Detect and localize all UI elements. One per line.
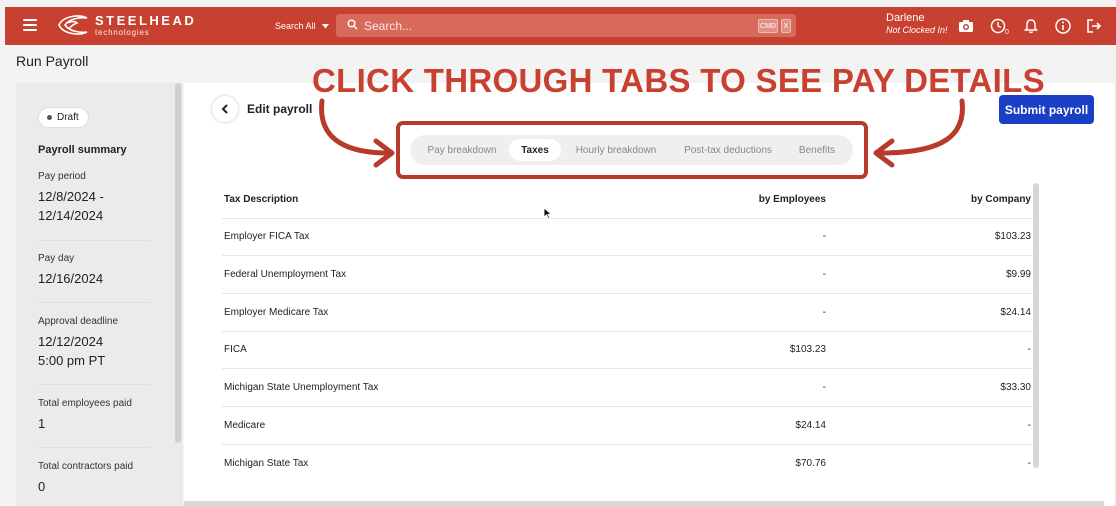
pay-day-label: Pay day [38, 253, 75, 264]
search-input[interactable] [364, 17, 744, 34]
tax-description-cell: FICA [222, 331, 622, 370]
annotation-arrows-icon [319, 98, 965, 168]
employees-paid-label: Total employees paid [38, 398, 132, 409]
by-company-cell: - [828, 331, 1033, 370]
column-header-by-employees: by Employees [622, 181, 828, 219]
by-company-cell: $9.99 [828, 255, 1033, 294]
column-header-tax-description: Tax Description [222, 181, 622, 219]
tax-description-cell: Medicare [222, 406, 622, 445]
approval-deadline-date: 12/12/2024 [38, 334, 104, 349]
logout-icon[interactable] [1085, 17, 1103, 35]
table-scrollbar[interactable] [1033, 183, 1039, 468]
info-icon[interactable] [1054, 17, 1072, 35]
table-header-row: Tax Description by Employees by Company [222, 181, 1033, 219]
shortcut-x-key: X [781, 19, 791, 33]
by-employees-cell: - [622, 255, 828, 294]
sidebar-scrollbar[interactable] [175, 83, 181, 443]
tax-description-cell: Michigan State Tax [224, 457, 309, 469]
user-name: Darlene [886, 12, 925, 24]
page-title: Run Payroll [16, 53, 89, 69]
clock-status: Not Clocked In! [886, 24, 948, 35]
employees-paid-value: 1 [38, 416, 46, 431]
summary-title: Payroll summary [38, 144, 127, 156]
table-row: Michigan State Tax $70.76 - [222, 444, 1033, 482]
clock-history-icon[interactable]: 0 [990, 17, 1012, 35]
back-button[interactable] [212, 96, 238, 122]
search-bar[interactable]: CMD X [336, 14, 796, 37]
status-badge-label: Draft [57, 112, 79, 123]
brand-subtitle: technologies [95, 27, 150, 37]
chevron-left-icon [221, 104, 228, 114]
search-scope-label: Search All [275, 21, 316, 31]
pay-period-label: Pay period [38, 171, 86, 182]
contractors-paid-value: 0 [38, 479, 46, 494]
by-employees-cell: - [622, 293, 828, 332]
table-row: Michigan State Unemployment Tax - $33.30 [222, 368, 1033, 407]
bell-icon[interactable] [1022, 17, 1040, 35]
divider [38, 447, 150, 448]
logo[interactable]: STEELHEAD technologies [57, 13, 196, 37]
tax-description-cell: Employer FICA Tax [222, 218, 622, 257]
divider [38, 384, 150, 385]
steelhead-logo-icon [58, 15, 88, 35]
by-employees-cell: - [622, 218, 828, 257]
pay-period-start: 12/8/2024 - [38, 189, 104, 204]
mouse-cursor-icon [543, 207, 552, 220]
by-company-cell: - [828, 406, 1033, 445]
tax-description-cell: Employer Medicare Tax [222, 293, 622, 332]
status-dot-icon [47, 115, 52, 120]
approval-deadline-label: Approval deadline [38, 316, 119, 327]
horizontal-scrollbar[interactable] [184, 501, 1104, 506]
contractors-paid-label: Total contractors paid [38, 461, 134, 472]
by-company-cell: $103.23 [828, 218, 1033, 257]
tax-description-cell: Michigan State Unemployment Tax [222, 368, 622, 407]
brand-name: STEELHEAD [95, 12, 197, 28]
by-company-cell: $24.14 [828, 293, 1033, 332]
by-employees-cell: $70.76 [795, 457, 826, 469]
user-info[interactable]: Darlene Not Clocked In! [886, 12, 948, 35]
chevron-down-icon [321, 23, 329, 28]
divider [38, 302, 150, 303]
table-row: FICA $103.23 - [222, 331, 1033, 370]
taxes-table: Tax Description by Employees by Company … [222, 181, 1033, 482]
search-icon [347, 19, 358, 30]
by-employees-cell: - [622, 368, 828, 407]
table-row: Employer Medicare Tax - $24.14 [222, 293, 1033, 332]
pay-day-value: 12/16/2024 [38, 271, 104, 286]
top-navigation-bar: STEELHEAD technologies Search All CMD X … [5, 7, 1116, 45]
svg-text:0: 0 [1005, 29, 1009, 35]
by-company-cell: - [1027, 457, 1031, 469]
hamburger-menu-icon[interactable] [23, 19, 37, 31]
column-header-by-company: by Company [828, 181, 1033, 219]
camera-icon[interactable] [957, 17, 975, 35]
by-employees-cell: $24.14 [622, 406, 828, 445]
divider [38, 240, 150, 241]
approval-deadline-time: 5:00 pm PT [38, 353, 106, 368]
by-employees-cell: $103.23 [622, 331, 828, 370]
status-badge: Draft [38, 107, 89, 128]
pay-period-end: 12/14/2024 [38, 208, 104, 223]
search-scope-dropdown[interactable]: Search All [275, 21, 329, 31]
by-company-cell: $33.30 [828, 368, 1033, 407]
shortcut-cmd-key: CMD [758, 19, 778, 33]
table-row: Employer FICA Tax - $103.23 [222, 218, 1033, 257]
table-row: Medicare $24.14 - [222, 406, 1033, 445]
tax-description-cell: Federal Unemployment Tax [222, 255, 622, 294]
table-row: Federal Unemployment Tax - $9.99 [222, 255, 1033, 294]
